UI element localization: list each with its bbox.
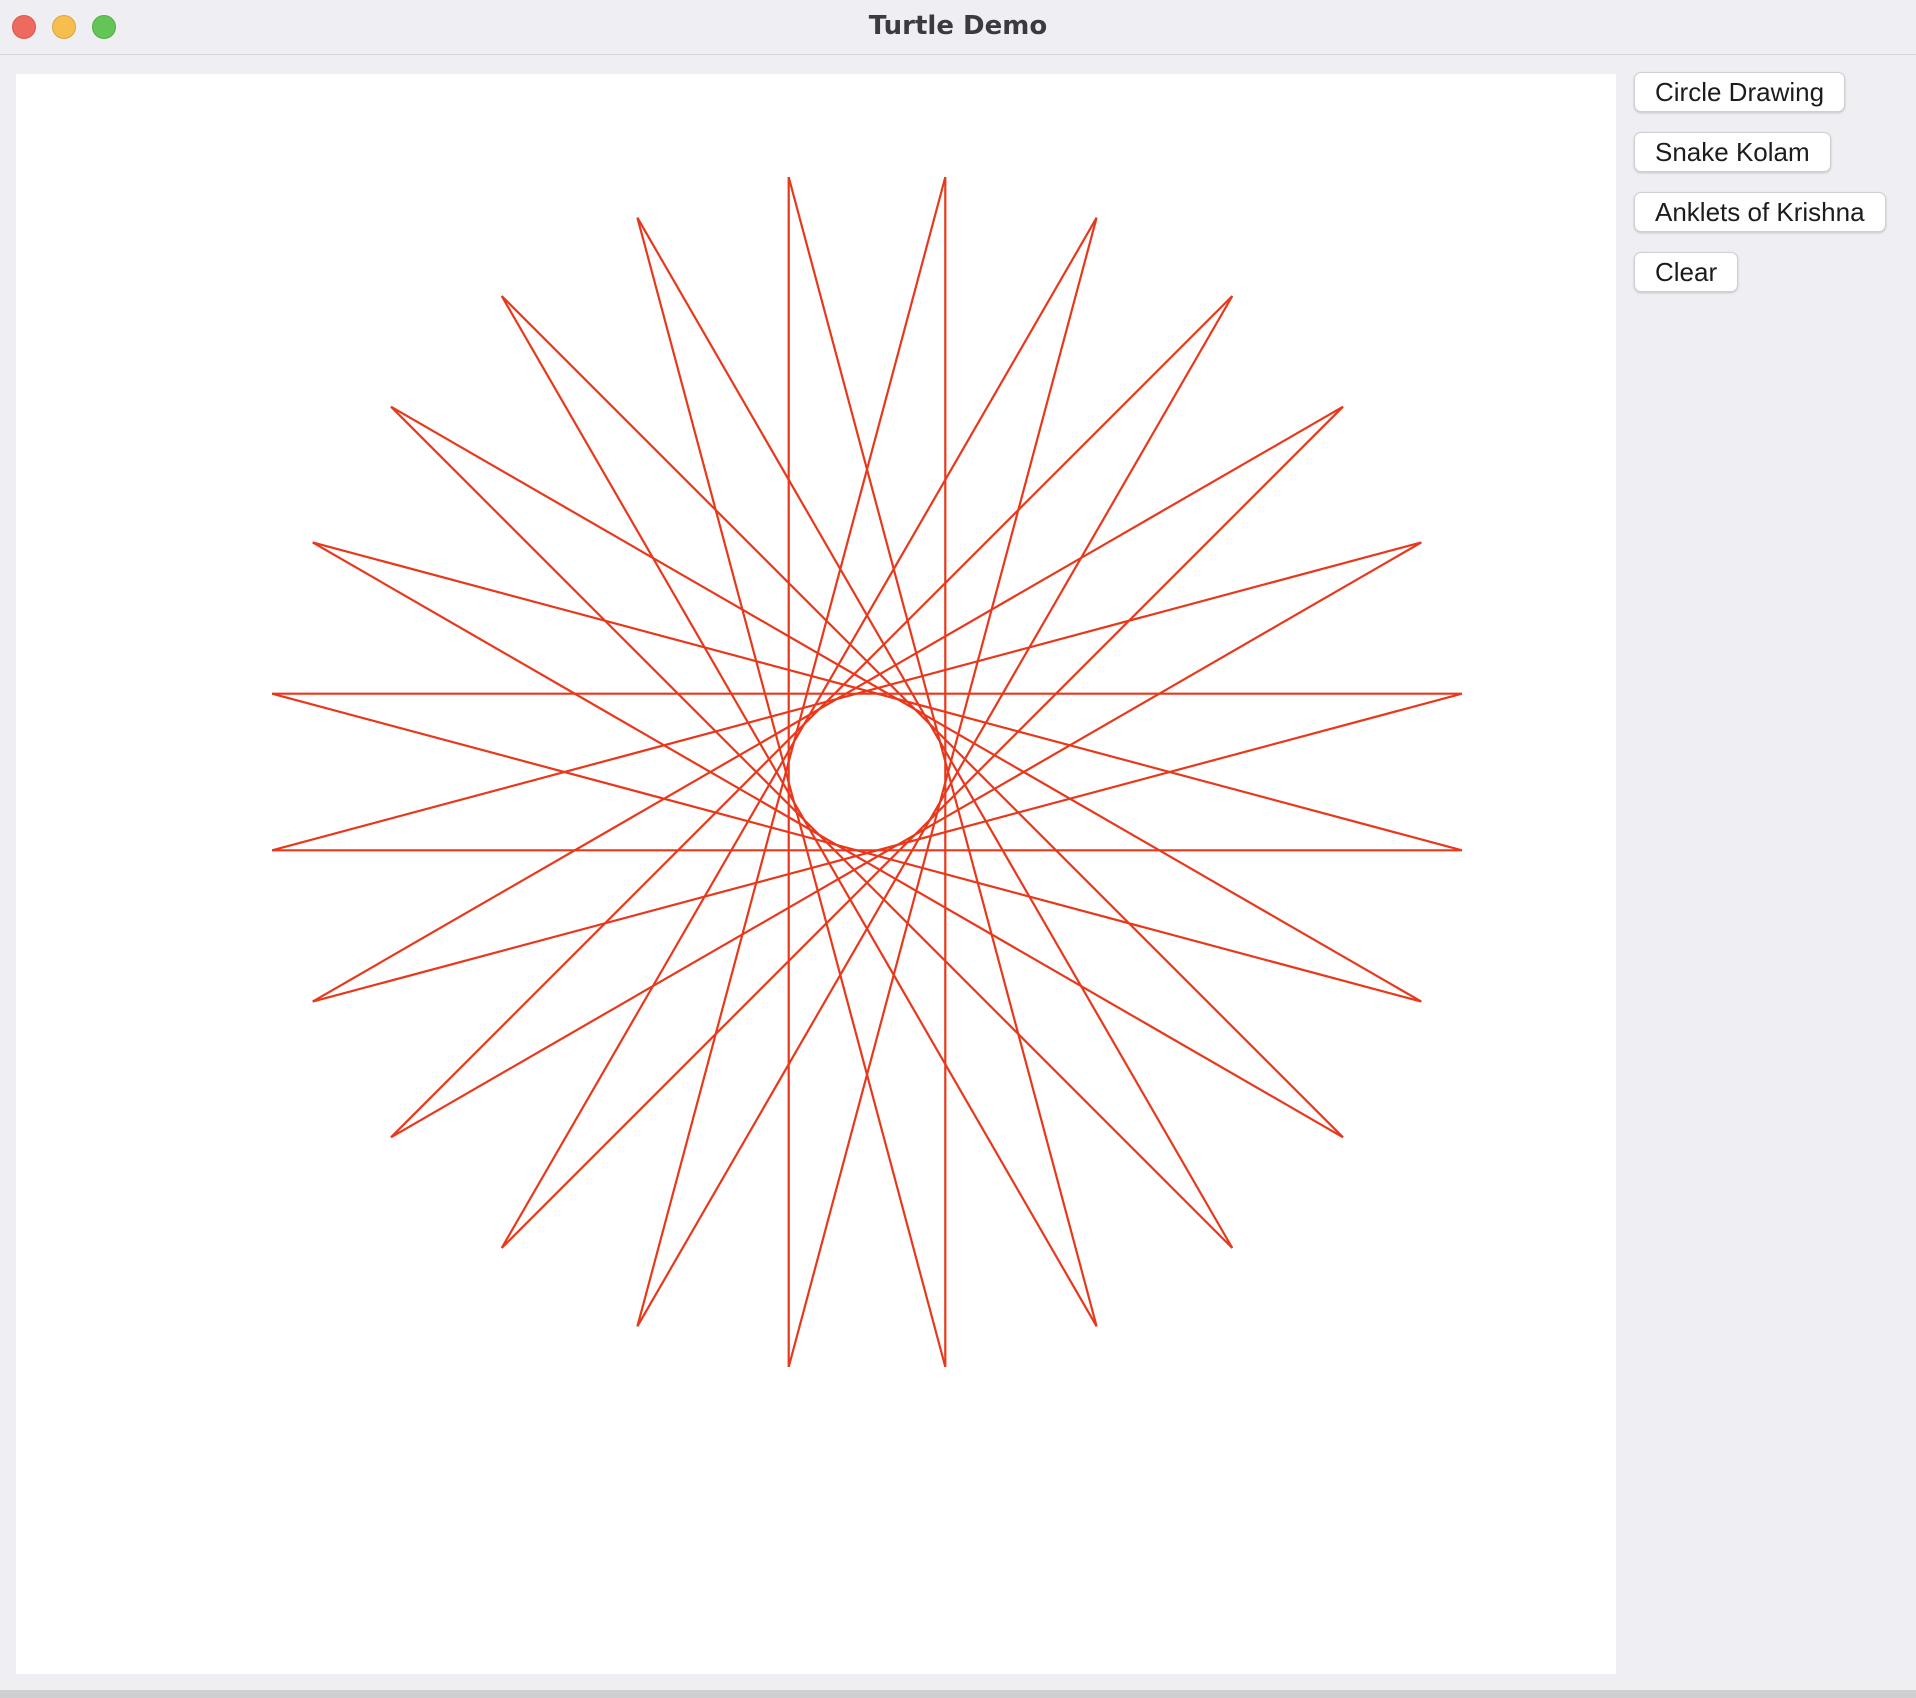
star-segment bbox=[390, 405, 1234, 1249]
window-title: Turtle Demo bbox=[868, 11, 1048, 41]
turtle-canvas[interactable] bbox=[16, 74, 1616, 1674]
star-segment bbox=[787, 217, 1098, 1368]
star-segment bbox=[636, 217, 1234, 1249]
star-segment bbox=[787, 176, 1098, 1327]
star-segment bbox=[312, 541, 1344, 1139]
star-segment bbox=[500, 295, 1098, 1327]
circle-drawing-button[interactable]: Circle Drawing bbox=[1634, 72, 1846, 112]
star-segment bbox=[312, 405, 1344, 1003]
star-segment bbox=[312, 541, 1463, 852]
star-segment bbox=[500, 405, 1344, 1249]
star-segment bbox=[636, 217, 947, 1368]
snake-kolam-button[interactable]: Snake Kolam bbox=[1634, 132, 1831, 172]
star-segment bbox=[636, 295, 1234, 1327]
star-segment bbox=[390, 541, 1422, 1139]
clear-button[interactable]: Clear bbox=[1634, 252, 1739, 292]
window-bottom-edge bbox=[0, 1690, 1916, 1698]
star-segment bbox=[271, 692, 1422, 1003]
star-segment bbox=[636, 176, 947, 1327]
anklets-of-krishna-button[interactable]: Anklets of Krishna bbox=[1634, 192, 1886, 232]
star-segment bbox=[500, 217, 1098, 1249]
star-segment bbox=[500, 295, 1344, 1139]
star-segment bbox=[390, 295, 1234, 1139]
star-segment bbox=[271, 541, 1422, 852]
star-segment bbox=[312, 692, 1463, 1003]
star-segment bbox=[390, 405, 1422, 1003]
app-window: Turtle Demo Circle Drawing Snake Kolam A… bbox=[0, 0, 1916, 1698]
title-bar: Turtle Demo bbox=[0, 0, 1916, 55]
turtle-drawing bbox=[271, 176, 1463, 1368]
